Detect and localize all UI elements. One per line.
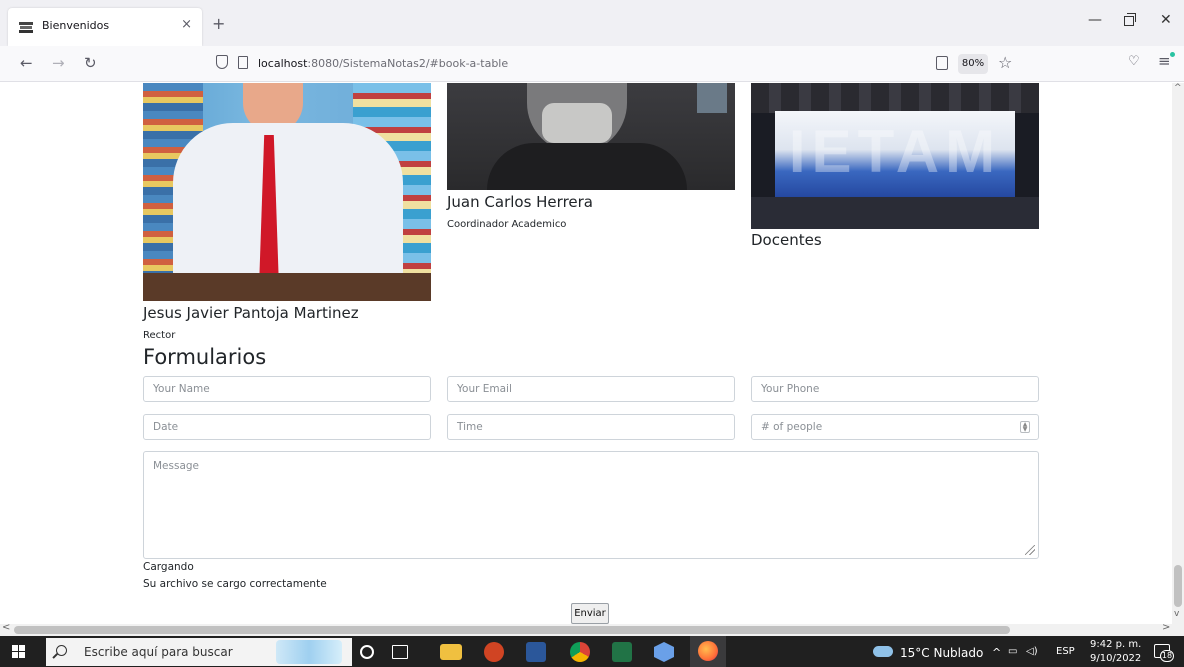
reader-view-icon[interactable]: [936, 56, 948, 70]
excel-icon[interactable]: [612, 642, 632, 662]
search-icon: [56, 645, 67, 656]
volume-icon[interactable]: ◁): [1026, 646, 1038, 657]
pocket-icon[interactable]: ♡: [1128, 54, 1140, 69]
taskbar: Escribe aquí para buscar 15°C Nublado ^ …: [0, 636, 1184, 667]
taskbar-search-box[interactable]: Escribe aquí para buscar: [46, 638, 352, 666]
restore-icon[interactable]: [1124, 13, 1136, 26]
reload-icon[interactable]: ↻: [84, 54, 97, 72]
close-window-icon[interactable]: ✕: [1160, 12, 1172, 28]
staff-name: Juan Carlos Herrera: [447, 193, 593, 211]
search-placeholder: Escribe aquí para buscar: [84, 645, 233, 659]
cloud-icon: [873, 646, 893, 657]
app-menu-icon[interactable]: ≡: [1158, 52, 1171, 70]
scroll-left-icon[interactable]: <: [2, 622, 10, 633]
forward-icon[interactable]: →: [52, 54, 65, 72]
docentes-photo: IETAM: [751, 83, 1039, 229]
minimize-icon[interactable]: —: [1088, 12, 1102, 28]
powerpoint-icon[interactable]: [484, 642, 504, 662]
clock-time[interactable]: 9:42 p. m.: [1090, 639, 1141, 650]
scroll-right-icon[interactable]: >: [1162, 622, 1170, 633]
notification-count-badge: 18: [1160, 650, 1174, 662]
clock-date[interactable]: 9/10/2022: [1090, 653, 1141, 664]
new-tab-icon[interactable]: +: [212, 14, 225, 33]
phone-input[interactable]: Your Phone: [751, 376, 1039, 402]
rector-photo: [143, 83, 431, 301]
people-input[interactable]: # of people ▲ ▼: [751, 414, 1039, 440]
message-textarea[interactable]: Message: [143, 451, 1039, 559]
staff-role: Rector: [143, 330, 176, 341]
time-input[interactable]: Time: [447, 414, 735, 440]
staff-name: Jesus Javier Pantoja Martinez: [143, 304, 359, 322]
photo-sign-text: IETAM: [788, 118, 1002, 185]
scroll-up-icon[interactable]: ^: [1174, 83, 1182, 93]
tab-title: Bienvenidos: [42, 19, 110, 32]
back-icon[interactable]: ←: [20, 54, 33, 72]
file-explorer-icon[interactable]: [440, 644, 462, 660]
word-icon[interactable]: [526, 642, 546, 662]
staff-name: Docentes: [751, 231, 822, 249]
bookmark-star-icon[interactable]: ☆: [998, 53, 1012, 72]
resize-handle-icon[interactable]: [1025, 545, 1035, 555]
update-indicator: [1170, 52, 1175, 57]
language-indicator[interactable]: ESP: [1056, 646, 1075, 657]
firefox-icon[interactable]: [698, 641, 718, 661]
horizontal-scrollbar[interactable]: < >: [0, 622, 1184, 636]
name-input[interactable]: Your Name: [143, 376, 431, 402]
navigation-bar: ← → ↻ localhost:8080/SistemaNotas2/#book…: [0, 46, 1184, 82]
staff-role: Coordinador Academico: [447, 219, 567, 230]
page-viewport: IETAM Jesus Javier Pantoja Martinez Rect…: [0, 83, 1172, 624]
loading-text: Cargando: [143, 561, 194, 573]
scroll-thumb[interactable]: [1174, 565, 1182, 607]
shield-icon[interactable]: [216, 55, 228, 69]
weather-text[interactable]: 15°C Nublado: [900, 646, 983, 660]
browser-tab[interactable]: Bienvenidos ×: [8, 8, 202, 46]
windows-start-icon[interactable]: [12, 645, 26, 659]
page-info-icon[interactable]: [238, 56, 248, 69]
submit-button[interactable]: Enviar: [571, 603, 609, 624]
chrome-icon[interactable]: [570, 642, 590, 662]
date-input[interactable]: Date: [143, 414, 431, 440]
section-title: Formularios: [143, 345, 267, 369]
app-hexagon-icon[interactable]: [654, 642, 674, 662]
url-bar[interactable]: localhost:8080/SistemaNotas2/#book-a-tab…: [200, 50, 1028, 78]
books-favicon-icon: [19, 22, 33, 33]
success-message: Su archivo se cargo correctamente: [143, 578, 327, 590]
email-input[interactable]: Your Email: [447, 376, 735, 402]
cortana-icon[interactable]: [360, 645, 374, 659]
zoom-level[interactable]: 80%: [958, 54, 988, 74]
scroll-down-icon[interactable]: v: [1174, 609, 1179, 619]
horizontal-scroll-thumb[interactable]: [14, 626, 1010, 634]
vertical-scrollbar[interactable]: ^ v: [1172, 83, 1184, 624]
search-highlight-icon: [276, 640, 342, 664]
battery-icon[interactable]: ▭: [1008, 646, 1017, 657]
number-spinner-icon[interactable]: ▲ ▼: [1020, 421, 1030, 433]
tab-close-icon[interactable]: ×: [181, 17, 192, 32]
url-text[interactable]: localhost:8080/SistemaNotas2/#book-a-tab…: [258, 57, 508, 70]
tray-chevron-icon[interactable]: ^: [992, 646, 1001, 659]
people-placeholder: # of people: [761, 421, 823, 433]
message-placeholder: Message: [153, 460, 200, 472]
task-view-icon[interactable]: [392, 645, 408, 659]
coordinator-photo: [447, 83, 735, 190]
browser-tab-strip: Bienvenidos × + — ✕: [0, 0, 1184, 46]
